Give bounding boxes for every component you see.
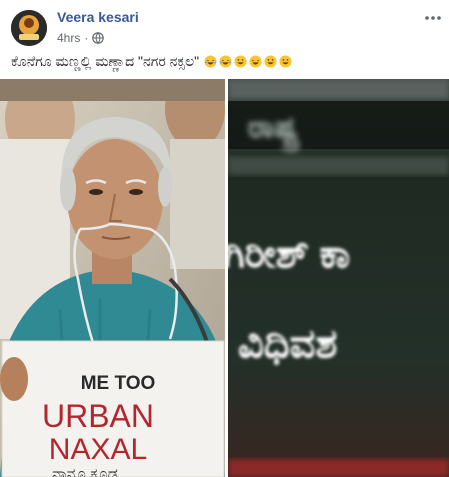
sign-line-2: URBAN [42, 398, 154, 434]
page-name-link[interactable]: Veera kesari [57, 9, 139, 25]
protester-photo-illustration: ME TOO URBAN NAXAL ನಾನೂ ಕೂಡ [0, 79, 225, 477]
laughing-tears-emoji-icon [249, 55, 262, 68]
screen-line-2: ವಿಧಿವಶ [238, 322, 337, 366]
emoji-row [204, 55, 292, 68]
avatar-image [11, 10, 47, 46]
more-dots-icon [425, 16, 441, 20]
screen-line-1: ಗಿರೀಶ್ ಕಾ [228, 234, 350, 276]
grinning-emoji-icon [234, 55, 247, 68]
post-options-button[interactable] [423, 11, 443, 25]
separator-dot: · [84, 31, 89, 45]
sign-line-3: NAXAL [49, 433, 147, 466]
post-meta: 4hrs · [57, 31, 105, 45]
photo-display-screen[interactable]: ರಾಷ್ಟ್ರ ಗಿರೀಶ್ ಕಾ ವಿಧಿವಶ [228, 79, 449, 477]
globe-icon[interactable] [92, 32, 105, 44]
grinning-emoji-icon [264, 55, 277, 68]
post-timestamp[interactable]: 4hrs [57, 31, 80, 45]
facebook-post: Veera kesari 4hrs · ಕೊನೆಗೂ ಮಣ್ಣಲ್ಲಿ ಮಣ್ಣ… [0, 0, 449, 477]
page-avatar[interactable] [11, 10, 47, 46]
post-caption: ಕೊನೆಗೂ ಮಣ್ಣಲ್ಲಿ ಮಣ್ಣಾದ "ನಗರ ನಕ್ಸಲ" [11, 53, 439, 70]
sign-line-4: ನಾನೂ ಕೂಡ [52, 466, 118, 477]
grinning-emoji-icon [279, 55, 292, 68]
laughing-tears-emoji-icon [219, 55, 232, 68]
laughing-tears-emoji-icon [204, 55, 217, 68]
photo-protester-with-sign[interactable]: ME TOO URBAN NAXAL ನಾನೂ ಕೂಡ [0, 79, 225, 477]
caption-text: ಕೊನೆಗೂ ಮಣ್ಣಲ್ಲಿ ಮಣ್ಣಾದ "ನಗರ ನಕ್ಸಲ" [11, 53, 200, 69]
display-screen-illustration: ರಾಷ್ಟ್ರ ಗಿರೀಶ್ ಕಾ ವಿಧಿವಶ [228, 79, 449, 477]
sign-line-1: ME TOO [81, 373, 156, 394]
